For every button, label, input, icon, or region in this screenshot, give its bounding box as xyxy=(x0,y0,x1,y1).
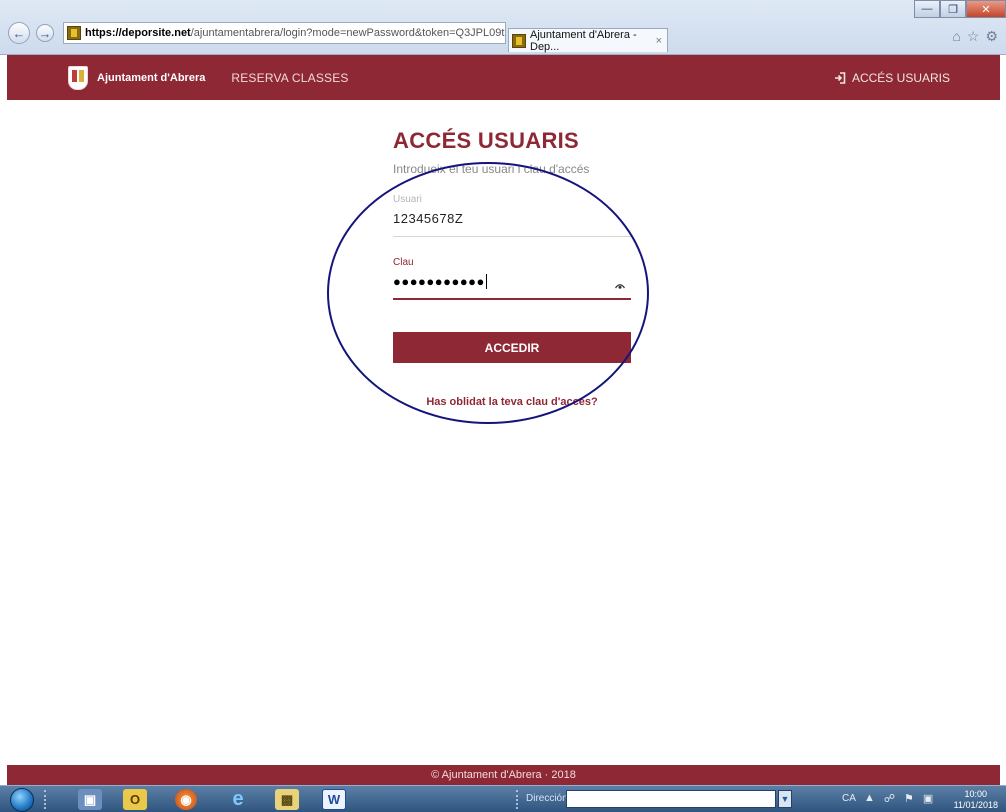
home-icon[interactable]: ⌂ xyxy=(952,28,960,45)
address-bar[interactable]: https://deporsite.net /ajuntamentabrera/… xyxy=(63,22,506,44)
address-toolbar-label: Dirección xyxy=(526,793,568,804)
username-label: Usuari xyxy=(393,194,422,205)
system-tray: ▲ ☍ ⚑ ▣ xyxy=(864,792,933,805)
shield-logo-icon[interactable] xyxy=(68,65,88,90)
url-path: /ajuntamentabrera/login?mode=newPassword… xyxy=(190,27,506,39)
site-footer: © Ajuntament d'Abrera · 2018 xyxy=(7,765,1000,785)
username-field[interactable]: Usuari 12345678Z xyxy=(393,194,631,237)
display-icon[interactable]: ▣ xyxy=(923,792,933,805)
browser-tab[interactable]: Ajuntament d'Abrera - Dep... × xyxy=(508,28,668,53)
clock-time: 10:00 xyxy=(964,789,988,799)
window-controls: — ❐ ✕ xyxy=(914,0,1006,18)
show-password-eye-icon[interactable] xyxy=(615,283,625,289)
close-window-icon[interactable]: ✕ xyxy=(966,0,1006,18)
tab-close-icon[interactable]: × xyxy=(656,35,662,47)
tab-favicon-icon xyxy=(512,33,526,48)
login-form: ACCÉS USUARIS Introdueix el teu usuari i… xyxy=(393,128,631,408)
forgot-password-link[interactable]: Has oblidat la teva clau d'accés? xyxy=(393,396,631,408)
username-input[interactable]: 12345678Z xyxy=(393,211,631,226)
outlook-icon[interactable]: O xyxy=(123,789,147,810)
header-login-label: ACCÉS USUARIS xyxy=(851,70,950,85)
gear-icon[interactable]: ⚙ xyxy=(985,28,998,45)
sign-in-icon xyxy=(834,71,846,84)
network-icon[interactable]: ☍ xyxy=(884,792,895,805)
nav-reserva-classes[interactable]: RESERVA CLASSES xyxy=(231,71,348,85)
password-dots: ●●●●●●●●●●● xyxy=(393,274,485,289)
tab-title: Ajuntament d'Abrera - Dep... xyxy=(530,28,637,53)
internet-explorer-icon[interactable]: e xyxy=(226,788,250,810)
desktop-icon[interactable]: ▣ xyxy=(78,789,102,810)
screen: ← → https://deporsite.net /ajuntamentabr… xyxy=(0,0,1006,812)
header-login-link[interactable]: ACCÉS USUARIS xyxy=(834,71,950,85)
forward-icon[interactable]: → xyxy=(36,24,54,42)
file-explorer-icon[interactable]: ▩ xyxy=(275,789,299,810)
url-host: https://deporsite.net xyxy=(85,27,191,39)
taskbar-grip xyxy=(44,790,48,809)
brand-name[interactable]: Ajuntament d'Abrera xyxy=(97,72,205,84)
password-input[interactable]: ●●●●●●●●●●● xyxy=(393,274,487,289)
taskbar-grip-address xyxy=(516,790,520,809)
password-field[interactable]: Clau ●●●●●●●●●●● xyxy=(393,257,631,300)
login-subtitle: Introdueix el teu usuari i clau d'accés xyxy=(393,162,590,176)
password-label: Clau xyxy=(393,257,414,268)
back-icon[interactable]: ← xyxy=(8,22,30,44)
browser-toolbar-icons: ⌂ ☆ ⚙ xyxy=(952,28,998,45)
restore-icon[interactable]: ❐ xyxy=(940,0,966,18)
flag-icon[interactable]: ⚑ xyxy=(904,792,914,805)
minimize-icon[interactable]: — xyxy=(914,0,940,18)
text-caret xyxy=(485,274,487,289)
taskbar-clock[interactable]: 10:00 11/01/2018 xyxy=(954,789,998,811)
language-indicator[interactable]: CA xyxy=(842,793,856,804)
windows-taskbar: ▣ O ◉ e ▩ W Dirección ▼ CA ▲ ☍ ⚑ ▣ 10:00… xyxy=(0,785,1006,812)
browser-chrome: ← → https://deporsite.net /ajuntamentabr… xyxy=(0,0,1006,55)
address-go-icon[interactable]: ▼ xyxy=(778,790,792,808)
firefox-icon[interactable]: ◉ xyxy=(175,789,197,810)
site-header: Ajuntament d'Abrera RESERVA CLASSES ACCÉ… xyxy=(7,55,1000,100)
address-toolbar-input[interactable] xyxy=(566,790,776,808)
start-button-icon[interactable] xyxy=(10,788,34,812)
login-submit-button[interactable]: ACCEDIR xyxy=(393,332,631,363)
site-favicon-icon xyxy=(67,26,81,40)
word-icon[interactable]: W xyxy=(322,789,346,810)
star-icon[interactable]: ☆ xyxy=(967,28,980,45)
show-hidden-icons-icon[interactable]: ▲ xyxy=(864,792,875,805)
clock-date: 11/01/2018 xyxy=(953,800,998,810)
page-title: ACCÉS USUARIS xyxy=(393,128,580,153)
